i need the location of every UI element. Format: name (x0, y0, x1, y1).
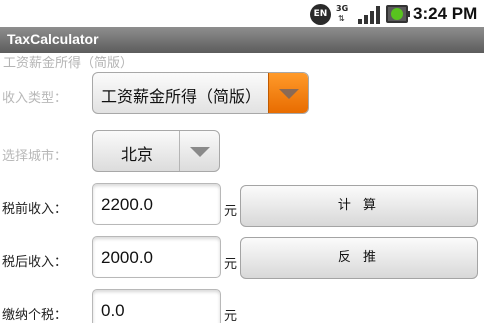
reverse-calculate-button[interactable]: 反 推 (240, 237, 478, 279)
income-type-value: 工资薪金所得（简版） (101, 87, 262, 106)
network-type-label: 3G (336, 4, 349, 13)
pre-tax-label: 税前收入： (2, 202, 68, 217)
chevron-down-icon (189, 147, 210, 157)
city-label: 选择城市： (2, 149, 68, 164)
ime-en-icon: EN (310, 4, 331, 25)
tax-paid-value: 0.0 (101, 301, 125, 320)
tax-paid-unit: 元 (224, 309, 238, 323)
app-title-bar: TaxCalculator (0, 27, 484, 53)
pre-tax-input[interactable]: 2200.0 (92, 183, 221, 225)
post-tax-unit: 元 (224, 257, 238, 272)
status-time: 3:24 PM (413, 4, 478, 23)
income-type-dropdown-button[interactable] (268, 73, 308, 113)
status-bar: EN 3G ⇅ 3:24 PM (0, 0, 484, 27)
income-type-spinner[interactable]: 工资薪金所得（简版） (92, 72, 309, 114)
breadcrumb: 工资薪金所得（简版） (3, 56, 134, 71)
signal-icon (358, 5, 380, 24)
post-tax-input[interactable]: 2000.0 (92, 236, 221, 278)
post-tax-value: 2000.0 (101, 248, 153, 267)
calculate-button[interactable]: 计 算 (240, 185, 478, 227)
battery-charging-icon (386, 5, 410, 23)
network-3g-icon: 3G ⇅ (336, 4, 349, 23)
tax-paid-label: 缴纳个税： (2, 308, 68, 323)
city-dropdown-button[interactable] (179, 131, 219, 171)
city-value: 北京 (121, 145, 154, 164)
post-tax-label: 税后收入： (2, 255, 68, 270)
city-spinner[interactable]: 北京 (92, 130, 220, 172)
income-type-label: 收入类型： (2, 91, 68, 106)
tax-paid-input[interactable]: 0.0 (92, 289, 221, 323)
chevron-down-icon (278, 89, 299, 99)
app-title: TaxCalculator (7, 31, 99, 47)
pre-tax-value: 2200.0 (101, 195, 153, 214)
pre-tax-unit: 元 (224, 204, 238, 219)
